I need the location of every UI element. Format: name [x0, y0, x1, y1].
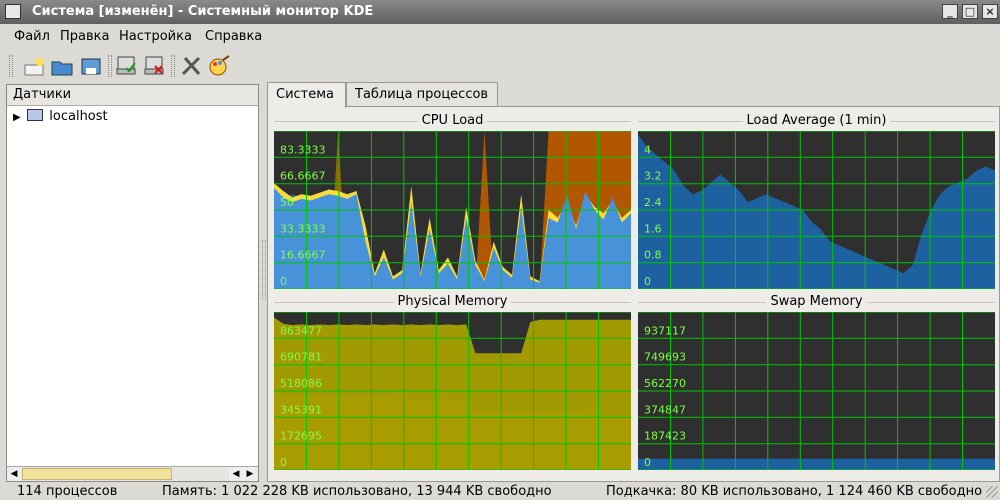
y-tick-label: 863477 [280, 324, 322, 337]
y-tick-label: 518086 [280, 377, 322, 390]
sensor-tree[interactable]: ▶ localhost [7, 106, 258, 459]
scroll-right-icon[interactable]: ▶ [243, 467, 257, 481]
sensor-browser: Датчики ▶ localhost ◀ ◀ ▶ [6, 84, 259, 482]
y-tick-label: 562270 [644, 377, 686, 390]
scroll-left-icon[interactable]: ◀ [7, 467, 21, 481]
toolbar-separator [108, 55, 112, 77]
y-tick-label: 187423 [644, 430, 686, 443]
swap-memory-title-text: Swap Memory [766, 294, 867, 309]
tab-system[interactable]: Система [267, 82, 346, 108]
configure-icon[interactable] [179, 54, 203, 78]
swap-memory-panel: Swap Memory 937117 749693 562270 374847 1874… [638, 294, 995, 474]
y-tick-label: 374847 [644, 403, 686, 416]
app-window: Система [изменён] - Системный монитор KD… [0, 0, 1000, 500]
color-scheme-icon[interactable] [207, 54, 231, 78]
y-tick-label: 3.2 [644, 170, 662, 183]
menu-settings[interactable]: Настройка [119, 29, 192, 44]
connect-host-icon[interactable] [115, 54, 139, 78]
maximize-button[interactable]: □ [962, 4, 978, 19]
system-tab-content: CPU Load 83.3333 66.6667 50 33.3333 16.6667 0… [267, 106, 1000, 482]
y-tick-label: 172695 [280, 430, 322, 443]
y-tick-label: 83.3333 [280, 143, 326, 156]
y-tick-label: 16.6667 [280, 249, 326, 262]
y-tick-label: 2.4 [644, 196, 662, 209]
process-count: 114 процессов [17, 484, 118, 499]
scroll-left-icon[interactable]: ◀ [229, 467, 243, 481]
cpu-load-title-text: CPU Load [417, 113, 488, 128]
y-tick-label: 33.3333 [280, 222, 326, 235]
series-area-0 [638, 458, 995, 470]
close-button[interactable]: × [982, 4, 998, 19]
physical-memory-panel: Physical Memory 863477 690781 518086 345391… [274, 294, 631, 474]
disconnect-host-icon[interactable] [143, 54, 167, 78]
y-tick-label: 749693 [644, 351, 686, 364]
new-sheet-icon[interactable] [22, 54, 46, 78]
series-area-2 [274, 317, 631, 470]
load-average-panel: Load Average (1 min) 4 3.2 2.4 1.6 0.8 0 [638, 113, 995, 289]
expand-arrow-icon[interactable]: ▶ [13, 112, 23, 123]
physical-memory-plot: 863477 690781 518086 345391 172695 0 [274, 312, 631, 470]
computer-icon [27, 109, 44, 121]
open-icon[interactable] [50, 54, 74, 78]
y-tick-label: 0 [280, 456, 287, 469]
load-average-plot: 4 3.2 2.4 1.6 0.8 0 [638, 131, 995, 289]
y-tick-label: 0 [280, 275, 287, 288]
y-tick-label: 1.6 [644, 222, 662, 235]
toolbar [0, 50, 1000, 82]
physical-memory-title: Physical Memory [274, 294, 631, 309]
app-icon[interactable] [5, 4, 21, 19]
physical-memory-title-text: Physical Memory [393, 294, 512, 309]
menu-file[interactable]: Файл [14, 29, 50, 44]
splitter-handle[interactable] [262, 240, 266, 300]
menu-edit[interactable]: Правка [60, 29, 109, 44]
cpu-load-plot: 83.3333 66.6667 50 33.3333 16.6667 0 [274, 131, 631, 289]
horizontal-scrollbar[interactable]: ◀ ◀ ▶ [7, 466, 258, 481]
toolbar-grip [9, 55, 13, 77]
scrollbar-thumb[interactable] [22, 468, 172, 480]
tree-item-localhost[interactable]: ▶ localhost [13, 109, 108, 124]
swap-status: Подкачка: 80 KB использовано, 1 124 460 … [606, 484, 983, 499]
minimize-button[interactable]: _ [942, 4, 958, 19]
y-tick-label: 690781 [280, 351, 322, 364]
y-tick-label: 4 [644, 143, 651, 156]
status-bar: 114 процессов Память: 1 022 228 KB испол… [0, 483, 1000, 500]
menu-help[interactable]: Справка [205, 29, 262, 44]
swap-memory-title: Swap Memory [638, 294, 995, 309]
y-tick-label: 345391 [280, 403, 322, 416]
cpu-load-panel: CPU Load 83.3333 66.6667 50 33.3333 16.6667 0 [274, 113, 631, 289]
y-tick-label: 0.8 [644, 249, 662, 262]
memory-status: Память: 1 022 228 KB использовано, 13 94… [162, 484, 552, 499]
y-tick-label: 0 [644, 275, 651, 288]
load-average-title-text: Load Average (1 min) [742, 113, 891, 128]
save-icon[interactable] [80, 54, 104, 78]
cpu-load-title: CPU Load [274, 113, 631, 128]
title-bar[interactable]: Система [изменён] - Системный монитор KD… [0, 0, 1000, 24]
tab-process-table[interactable]: Таблица процессов [346, 82, 498, 107]
sensor-header: Датчики [7, 85, 258, 106]
swap-memory-plot: 937117 749693 562270 374847 187423 0 [638, 312, 995, 470]
toolbar-separator [171, 55, 175, 77]
y-tick-label: 66.6667 [280, 170, 326, 183]
tree-item-label: localhost [49, 109, 108, 124]
window-title: Система [изменён] - Системный монитор KD… [32, 4, 374, 19]
resize-grip-icon[interactable] [986, 486, 998, 498]
y-tick-label: 0 [644, 456, 651, 469]
y-tick-label: 937117 [644, 324, 686, 337]
load-average-title: Load Average (1 min) [638, 113, 995, 128]
menu-bar: Файл Правка Настройка Справка [0, 24, 1000, 48]
y-tick-label: 50 [280, 196, 294, 209]
